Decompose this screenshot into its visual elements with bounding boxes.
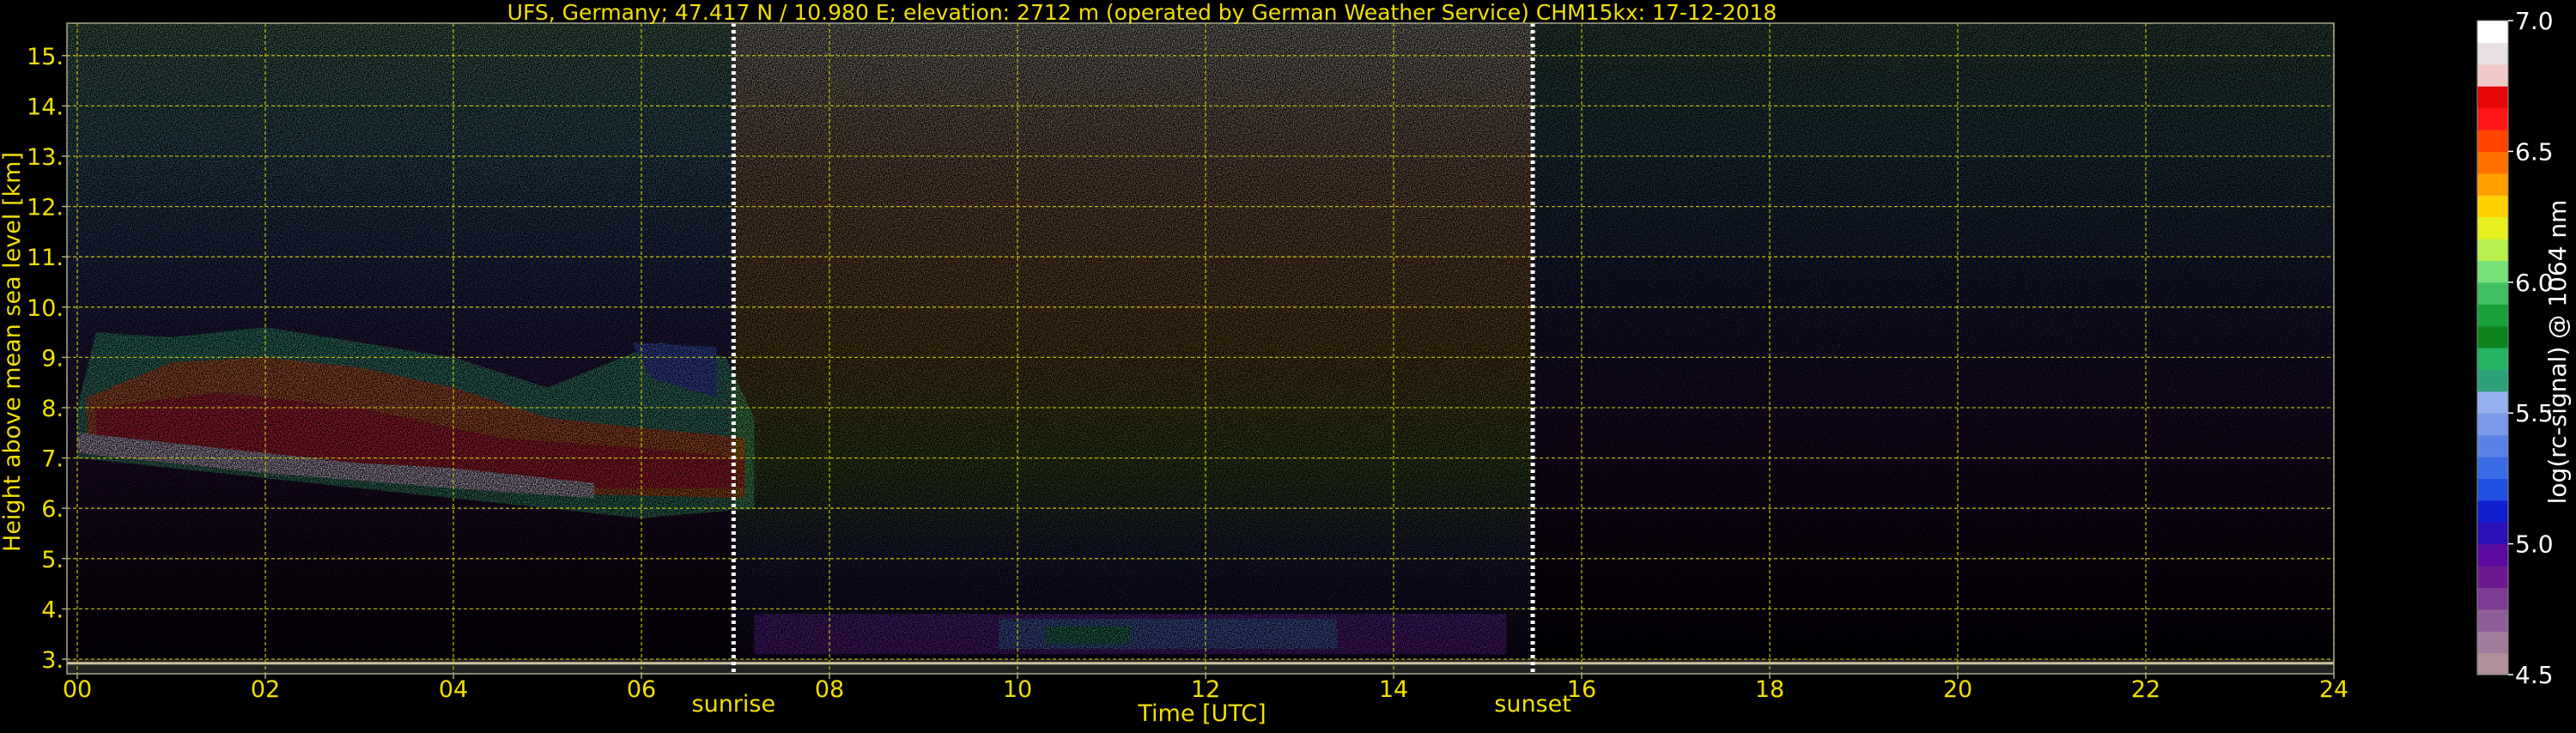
colorbar-segment — [2477, 543, 2508, 566]
y-tick-label: 8. — [41, 396, 64, 422]
colorbar-segment — [2477, 304, 2508, 327]
ground-strip — [67, 659, 2334, 674]
day-signal — [733, 23, 1534, 674]
x-tick-label: 20 — [1943, 676, 1972, 703]
y-tick-label: 3. — [41, 647, 64, 674]
x-tick-label: 18 — [1755, 676, 1784, 703]
ceilometer-figure: 00 02 04 06 08 10 12 14 16 18 20 22 24 3. 4. 5. 6. 7. 8. 9… — [0, 0, 2576, 730]
colorbar-tick-label: 7.0 — [2515, 7, 2554, 35]
colorbar-segment — [2477, 587, 2508, 610]
colorbar-segment — [2477, 107, 2508, 130]
colorbar-segment — [2477, 21, 2508, 43]
colorbar-segment — [2477, 434, 2508, 457]
x-tick-label: 12 — [1191, 676, 1220, 703]
colorbar-segment — [2477, 282, 2508, 305]
x-tick-label: 10 — [1003, 676, 1032, 703]
colorbar-tick-label: 4.5 — [2515, 661, 2554, 689]
colorbar-label: log(rc-signal) @ 1064 nm — [2543, 200, 2572, 505]
colorbar-segment — [2477, 64, 2508, 87]
signal-field — [67, 23, 2334, 674]
colorbar-segment — [2477, 260, 2508, 283]
y-tick-label: 11. — [27, 245, 64, 271]
colorbar-segment — [2477, 173, 2508, 196]
backscatter-chart: 00 02 04 06 08 10 12 14 16 18 20 22 24 3. 4. 5. 6. 7. 8. 9… — [0, 0, 2572, 727]
y-tick-label: 15. — [27, 44, 64, 70]
y-tick-label: 9. — [41, 345, 64, 372]
colorbar-segment — [2477, 369, 2508, 392]
x-tick-label: 04 — [439, 676, 468, 703]
pbl-green — [1045, 626, 1131, 645]
sunrise-label: sunrise — [692, 691, 776, 718]
y-tick-label: 7. — [41, 446, 64, 473]
colorbar-segment — [2477, 500, 2508, 523]
colorbar: 4.55.05.56.06.57.0 — [2476, 7, 2554, 689]
y-tick-label: 4. — [41, 597, 64, 623]
colorbar-segment — [2477, 195, 2508, 218]
y-tick-label: 10. — [27, 295, 64, 322]
y-tick-label: 5. — [41, 547, 64, 573]
x-tick-label: 14 — [1379, 676, 1408, 703]
colorbar-tick-label: 6.5 — [2515, 137, 2554, 166]
y-tick-label: 6. — [41, 496, 64, 523]
colorbar-segment — [2477, 631, 2508, 654]
x-tick-label: 16 — [1567, 676, 1596, 703]
colorbar-segment — [2477, 457, 2508, 479]
x-tick-label: 22 — [2131, 676, 2160, 703]
night-signal-pm — [1533, 23, 2334, 674]
colorbar-segment — [2477, 609, 2508, 632]
colorbar-segment — [2477, 566, 2508, 588]
colorbar-segment — [2477, 239, 2508, 261]
x-axis-label: Time [UTC] — [1137, 700, 1266, 727]
y-axis-label: Height above mean sea level [km] — [0, 152, 26, 552]
colorbar-segment — [2477, 216, 2508, 239]
chart-title: UFS, Germany; 47.417 N / 10.980 E; eleva… — [507, 0, 1777, 25]
y-tick-label: 12. — [27, 195, 64, 221]
colorbar-segment — [2477, 325, 2508, 348]
colorbar-tick-label: 5.0 — [2515, 530, 2554, 559]
colorbar-segment — [2477, 348, 2508, 370]
colorbar-segment — [2477, 478, 2508, 501]
sunset-label: sunset — [1494, 691, 1571, 718]
x-axis-ticks: 00 02 04 06 08 10 12 14 16 18 20 22 24 — [63, 674, 2348, 703]
x-tick-label: 00 — [63, 676, 92, 703]
y-tick-label: 13. — [27, 144, 64, 171]
x-tick-label: 06 — [627, 676, 656, 703]
colorbar-segment — [2477, 86, 2508, 109]
x-tick-label: 08 — [815, 676, 844, 703]
plot-background — [67, 23, 2334, 674]
colorbar-segment — [2477, 42, 2508, 65]
x-tick-label: 02 — [251, 676, 280, 703]
colorbar-segment — [2477, 413, 2508, 436]
colorbar-segment — [2477, 130, 2508, 152]
y-tick-label: 14. — [27, 94, 64, 120]
colorbar-segment — [2477, 391, 2508, 414]
colorbar-segment — [2477, 522, 2508, 545]
y-axis-ticks: 3. 4. 5. 6. 7. 8. 9. 10. 11. 12. 13. 14. 15. — [27, 44, 67, 674]
colorbar-segment — [2477, 652, 2508, 675]
x-tick-label: 24 — [2319, 676, 2348, 703]
colorbar-segment — [2477, 151, 2508, 174]
